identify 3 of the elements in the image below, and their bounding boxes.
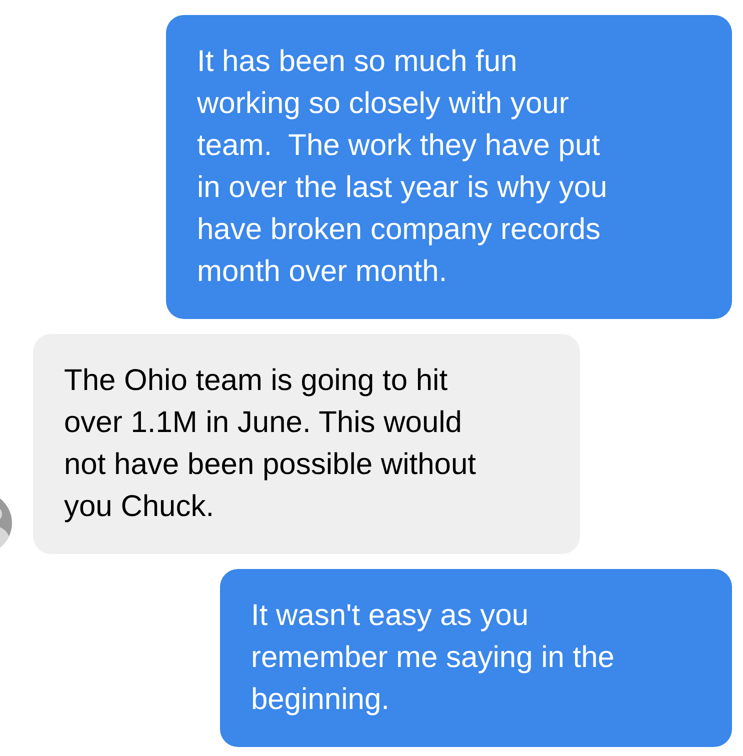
message-text: The Ohio team is going to hit over 1.1M in June. This would not have been possible without you Chuck. xyxy=(64,363,477,525)
message-text: It has been so much fun working so closely with your team. The work they have put in over the last year is why you have broken company records month over month. xyxy=(197,44,608,290)
message-text: It wasn't easy as you remember me saying in the beginning. xyxy=(251,598,616,718)
